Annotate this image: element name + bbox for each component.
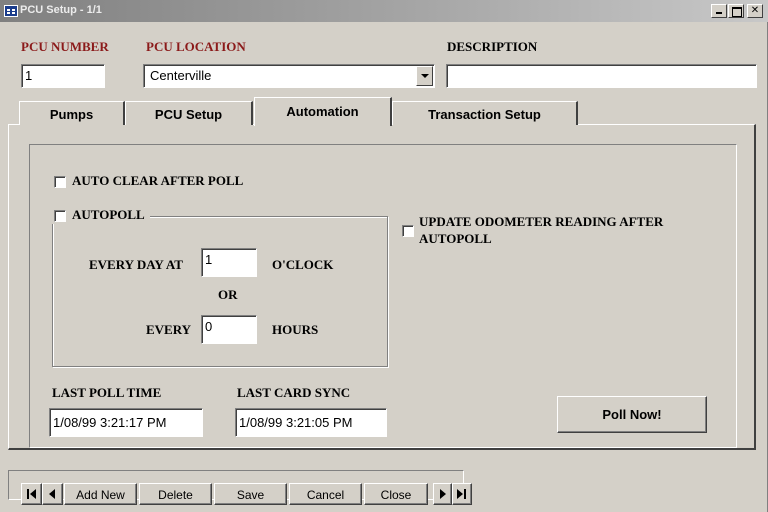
pcu-number-field[interactable]: 1: [21, 64, 105, 88]
form-icon: [4, 5, 18, 17]
poll-now-button[interactable]: Poll Now!: [557, 396, 707, 433]
pcu-location-value: Centerville: [150, 68, 212, 83]
minimize-button[interactable]: [711, 4, 727, 18]
oclock-label: O'CLOCK: [272, 257, 334, 272]
last-record-button[interactable]: [452, 483, 472, 505]
window-title: PCU Setup - 1/1: [20, 4, 102, 16]
cancel-button[interactable]: Cancel: [289, 483, 362, 505]
last-card-sync-label: LAST CARD SYNC: [237, 385, 351, 400]
description-label: DESCRIPTION: [447, 39, 538, 54]
autopoll-label: AUTOPOLL: [72, 207, 145, 222]
hours-label: HOURS: [272, 322, 319, 337]
every-label: EVERY: [146, 322, 192, 337]
save-button[interactable]: Save: [214, 483, 287, 505]
close-icon: ✕: [750, 5, 760, 16]
chevron-down-icon[interactable]: [416, 66, 433, 86]
close-form-button[interactable]: Close: [364, 483, 428, 505]
close-button[interactable]: ✕: [747, 4, 763, 18]
auto-clear-checkbox[interactable]: [54, 176, 66, 188]
first-record-button[interactable]: [21, 483, 42, 505]
delete-button[interactable]: Delete: [139, 483, 212, 505]
last-poll-time-label: LAST POLL TIME: [52, 385, 162, 400]
autopoll-checkbox[interactable]: [54, 210, 66, 222]
previous-record-button[interactable]: [42, 483, 63, 505]
update-odometer-label-line1: UPDATE ODOMETER READING AFTER: [419, 214, 664, 229]
tab-transaction-setup[interactable]: Transaction Setup: [392, 101, 578, 125]
or-label: OR: [218, 287, 238, 302]
maximize-button[interactable]: [728, 4, 744, 18]
pcu-location-label: PCU LOCATION: [146, 39, 246, 54]
next-record-button[interactable]: [433, 483, 452, 505]
tab-automation[interactable]: Automation: [254, 97, 392, 126]
last-card-sync-field[interactable]: 1/08/99 3:21:05 PM: [235, 408, 387, 437]
every-day-at-field[interactable]: 1: [201, 248, 257, 277]
pcu-setup-window: PCU Setup - 1/1 ✕ PCU NUMBER PCU LOCATIO…: [0, 0, 768, 512]
update-odometer-label-line2: AUTOPOLL: [419, 231, 492, 246]
tab-pumps[interactable]: Pumps: [19, 101, 125, 125]
tab-pcu-setup[interactable]: PCU Setup: [125, 101, 253, 125]
description-field[interactable]: [446, 64, 757, 88]
every-day-at-label: EVERY DAY AT: [89, 257, 183, 272]
every-hours-field[interactable]: 0: [201, 315, 257, 344]
title-bar[interactable]: PCU Setup - 1/1 ✕: [0, 0, 768, 22]
pcu-location-combo[interactable]: Centerville: [143, 64, 435, 88]
auto-clear-label: AUTO CLEAR AFTER POLL: [72, 173, 244, 188]
add-new-button[interactable]: Add New: [64, 483, 137, 505]
pcu-number-label: PCU NUMBER: [21, 39, 109, 54]
last-poll-time-field[interactable]: 1/08/99 3:21:17 PM: [49, 408, 203, 437]
update-odometer-checkbox[interactable]: [402, 225, 414, 237]
